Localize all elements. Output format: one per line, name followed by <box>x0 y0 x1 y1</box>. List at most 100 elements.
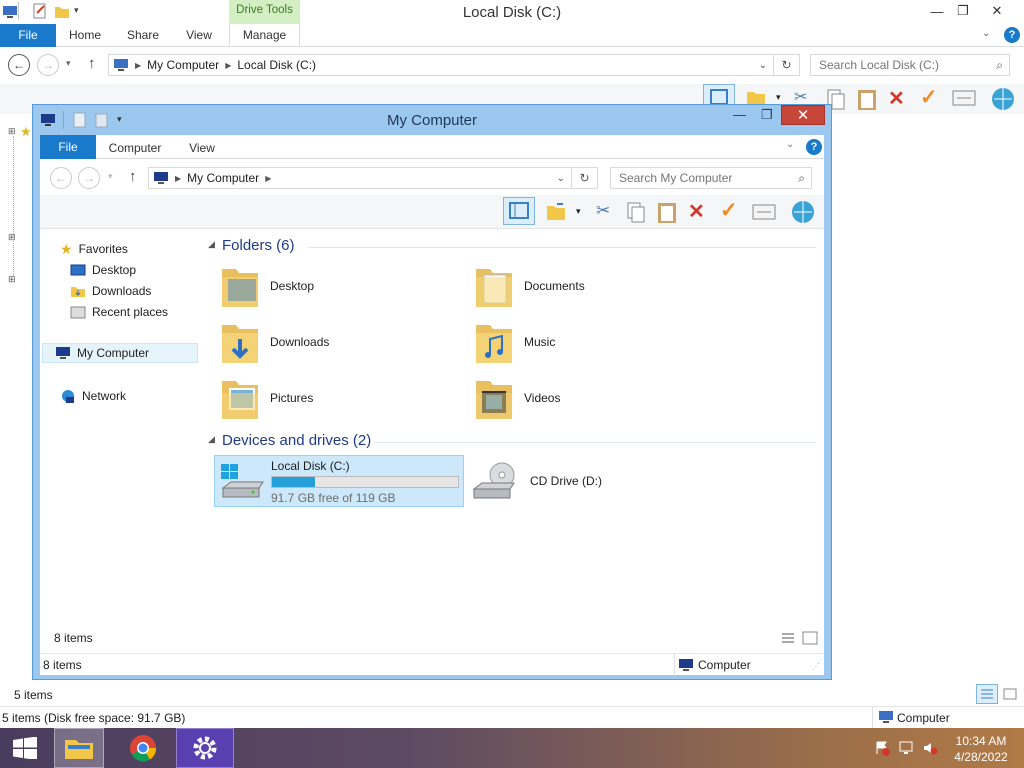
nav-item-downloads[interactable]: Downloads <box>70 281 151 301</box>
favorites-node[interactable]: ★ Favorites <box>60 239 128 259</box>
network-status-icon[interactable] <box>898 740 914 756</box>
nav-item-recent-places[interactable]: Recent places <box>70 302 168 322</box>
forward-button[interactable]: → <box>78 167 100 189</box>
delete-icon[interactable]: ✕ <box>688 199 705 224</box>
network-globe-icon[interactable] <box>990 86 1016 112</box>
expand-ribbon-icon[interactable]: ⌄ <box>786 139 794 150</box>
address-dropdown-icon[interactable]: ⌄ <box>557 173 565 184</box>
cut-icon[interactable]: ✂ <box>596 201 610 221</box>
address-bar[interactable]: ▶ My Computer ▶ Local Disk (C:) ⌄ ↻ <box>108 54 800 76</box>
folder-documents[interactable]: Documents <box>474 263 585 309</box>
collapse-folders-icon[interactable]: ◢ <box>208 239 215 250</box>
tab-manage[interactable]: Manage <box>229 24 300 47</box>
front-window-titlebar[interactable]: ▾ My Computer — ❐ ✕ <box>33 105 831 135</box>
preview-pane-icon[interactable] <box>503 197 535 225</box>
gear-icon <box>191 734 219 762</box>
taskbar-file-explorer[interactable] <box>54 728 104 768</box>
nav-item-network[interactable]: Network <box>60 386 126 406</box>
folder-options-dropdown-icon[interactable]: ▾ <box>776 92 781 103</box>
resize-grip-icon[interactable]: ⋰ <box>812 662 820 671</box>
folder-desktop[interactable]: Desktop <box>220 263 314 309</box>
large-icons-view-icon[interactable] <box>1002 686 1018 702</box>
recent-locations-icon[interactable]: ▾ <box>66 58 71 69</box>
back-ribbon-tabs: File Home Share View Manage ⌄ ? <box>0 24 1024 47</box>
details-view-icon[interactable] <box>976 684 998 704</box>
nav-item-my-computer[interactable]: My Computer <box>42 343 198 363</box>
help-icon[interactable]: ? <box>1004 27 1020 43</box>
folder-downloads[interactable]: Downloads <box>220 319 329 365</box>
network-globe-icon[interactable] <box>790 199 816 225</box>
downloads-folder-icon <box>220 319 260 365</box>
recent-locations-icon[interactable]: ▾ <box>108 171 113 182</box>
expand-ribbon-icon[interactable]: ⌄ <box>982 28 990 39</box>
pictures-folder-icon <box>220 375 260 421</box>
folder-videos[interactable]: Videos <box>474 375 560 421</box>
taskbar-chrome[interactable] <box>118 728 168 768</box>
address-dropdown-icon[interactable]: ⌄ <box>759 60 767 71</box>
properties-icon[interactable] <box>752 204 776 220</box>
refresh-icon[interactable]: ↻ <box>773 55 799 75</box>
drive-tools-context-label: Drive Tools <box>229 0 300 24</box>
back-navigation-bar: ← → ▾ ↑ ▶ My Computer ▶ Local Disk (C:) … <box>0 48 1024 84</box>
close-button[interactable]: ✕ <box>980 0 1014 22</box>
rename-icon[interactable]: ✓ <box>720 198 738 223</box>
tree-expander-network[interactable]: ⊞ <box>8 274 16 285</box>
devices-group-header[interactable]: Devices and drives (2) <box>222 432 371 449</box>
details-view-icon[interactable] <box>780 631 796 645</box>
computer-icon <box>113 58 129 72</box>
nav-item-desktop[interactable]: Desktop <box>70 260 136 280</box>
delete-icon[interactable]: ✕ <box>888 86 905 111</box>
tree-expander-favorites[interactable]: ⊞ <box>8 126 16 137</box>
network-icon <box>60 388 76 404</box>
maximize-button[interactable]: ❐ <box>761 107 773 123</box>
folders-group-header[interactable]: Folders (6) <box>222 237 295 254</box>
folder-options-dropdown-icon[interactable]: ▾ <box>576 206 581 217</box>
tab-file[interactable]: File <box>40 135 96 159</box>
clock[interactable]: 10:34 AM 4/28/2022 <box>946 733 1016 765</box>
start-button[interactable] <box>0 728 50 768</box>
back-window-titlebar: ▾ Local Disk (C:) — ❐ ✕ <box>0 0 1024 24</box>
computer-icon <box>55 346 71 360</box>
volume-muted-icon[interactable] <box>922 740 938 756</box>
minimize-button[interactable]: — <box>733 107 746 122</box>
close-button[interactable]: ✕ <box>781 105 825 125</box>
collapse-devices-icon[interactable]: ◢ <box>208 434 215 445</box>
forward-button[interactable]: → <box>37 54 59 76</box>
search-input[interactable]: Search My Computer ⌕ <box>610 167 812 189</box>
address-bar[interactable]: ▶ My Computer ▶ ⌄ ↻ <box>148 167 598 189</box>
taskbar-settings[interactable] <box>176 728 234 768</box>
help-icon[interactable]: ? <box>806 139 822 155</box>
refresh-icon[interactable]: ↻ <box>571 168 597 188</box>
folder-options-icon[interactable] <box>545 200 567 222</box>
videos-folder-icon <box>474 375 514 421</box>
action-center-icon[interactable] <box>874 740 890 756</box>
large-icons-view-icon[interactable] <box>802 631 818 645</box>
folder-music[interactable]: Music <box>474 319 555 365</box>
copy-icon[interactable] <box>626 201 646 223</box>
breadcrumb-local-disk[interactable]: Local Disk (C:) <box>237 58 316 72</box>
up-button[interactable]: ↑ <box>88 55 96 72</box>
back-button[interactable]: ← <box>50 167 72 189</box>
tab-computer[interactable]: Computer <box>102 135 168 158</box>
tab-view[interactable]: View <box>180 135 224 158</box>
breadcrumb-my-computer[interactable]: My Computer <box>187 171 259 185</box>
folder-pictures[interactable]: Pictures <box>220 375 313 421</box>
paste-icon[interactable] <box>656 200 678 224</box>
rename-icon[interactable]: ✓ <box>920 85 938 110</box>
breadcrumb-separator-icon: ▶ <box>225 60 232 70</box>
tab-home[interactable]: Home <box>60 24 110 47</box>
drive-cd-d[interactable]: CD Drive (D:) <box>472 461 602 501</box>
back-button[interactable]: ← <box>8 54 30 76</box>
tab-view[interactable]: View <box>176 24 222 47</box>
breadcrumb-my-computer[interactable]: My Computer <box>147 58 219 72</box>
breadcrumb-separator-icon: ▶ <box>265 173 272 183</box>
drive-local-disk-c[interactable]: Local Disk (C:) 91.7 GB free of 119 GB <box>214 455 464 507</box>
up-button[interactable]: ↑ <box>129 168 137 185</box>
maximize-button[interactable]: ❐ <box>946 0 980 22</box>
tab-file[interactable]: File <box>0 24 56 47</box>
search-input[interactable]: Search Local Disk (C:) ⌕ <box>810 54 1010 76</box>
tree-expander-computer[interactable]: ⊞ <box>8 232 16 243</box>
tab-share[interactable]: Share <box>118 24 168 47</box>
paste-icon[interactable] <box>856 87 878 111</box>
properties-icon[interactable] <box>952 90 976 106</box>
